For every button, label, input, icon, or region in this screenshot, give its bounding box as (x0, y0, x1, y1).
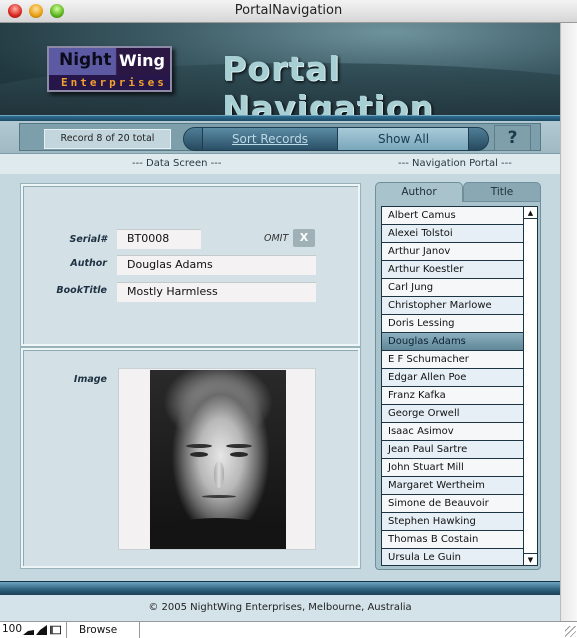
photo-left-eye (190, 452, 208, 457)
zoom-level[interactable]: 100 (2, 623, 22, 635)
portal-row[interactable]: Isaac Asimov (382, 423, 524, 441)
author-list: Albert Camus Alexei Tolstoi Arthur Janov Ar… (381, 206, 538, 566)
tab-author[interactable]: Author (375, 182, 463, 202)
book-title-label: BookTitle (56, 285, 107, 296)
footer-divider-band (0, 581, 560, 595)
banner-title: Portal Navigation (222, 49, 434, 115)
help-button[interactable]: ? (494, 125, 531, 151)
serial-field[interactable]: BT0008 (117, 229, 201, 249)
button-group-left-cap (184, 128, 203, 150)
window-title: PortalNavigation (234, 3, 343, 18)
omit-label: OMIT (264, 233, 289, 244)
portal-row[interactable]: Albert Camus (382, 207, 524, 225)
photo-left-brow (186, 444, 212, 448)
portal-row[interactable]: Thomas B Costain (382, 531, 524, 549)
author-photo (150, 370, 286, 549)
button-group: Sort Records Show All (183, 127, 489, 151)
book-title-field[interactable]: Mostly Harmless (117, 282, 316, 302)
portal-body: Albert Camus Alexei Tolstoi Arthur Janov Ar… (375, 201, 541, 570)
navigation-portal-heading: --- Navigation Portal --- (398, 158, 512, 169)
portal-row[interactable]: Carl Jung (382, 279, 524, 297)
portal-row[interactable]: E F Schumacher (382, 351, 524, 369)
portal-row[interactable]: Christopher Marlowe (382, 297, 524, 315)
toggle-status-area-icon[interactable] (50, 625, 61, 635)
logo-subtitle: Enterprises (61, 76, 167, 89)
omit-checkbox-button[interactable]: X (293, 229, 315, 247)
photo-nose (214, 462, 224, 488)
portal-row[interactable]: Doris Lessing (382, 315, 524, 333)
layout-content: Night Wing Enterprises Portal Navigation… (0, 23, 560, 621)
mode-indicator[interactable]: Browse (66, 622, 140, 638)
portal-row[interactable]: Arthur Janov (382, 243, 524, 261)
image-container-field[interactable] (118, 368, 316, 550)
portal-row[interactable]: Arthur Koestler (382, 261, 524, 279)
footer-copyright: © 2005 NightWing Enterprises, Melbourne,… (0, 595, 560, 621)
photo-mouth (202, 495, 236, 498)
portal-row[interactable]: Franz Kafka (382, 387, 524, 405)
portal-row[interactable]: Alexei Tolstoi (382, 225, 524, 243)
toolbar: Record 8 of 20 total Sort Records Show A… (0, 121, 560, 153)
scroll-up-arrow-icon[interactable]: ▲ (524, 207, 537, 219)
zoom-in-icon[interactable] (36, 625, 47, 635)
author-field[interactable]: Douglas Adams (117, 255, 316, 275)
sort-records-button[interactable]: Sort Records (203, 128, 337, 150)
zoom-out-icon[interactable] (23, 625, 34, 635)
portal-row[interactable]: John Stuart Mill (382, 459, 524, 477)
window-right-edge (560, 23, 577, 621)
status-bar: 100 Browse (0, 621, 577, 638)
record-form-panel: Serial# BT0008 OMIT X Author Douglas Ada… (21, 184, 360, 346)
logo-word-wing: Wing (119, 51, 165, 70)
serial-label: Serial# (69, 234, 107, 245)
show-all-button[interactable]: Show All (337, 128, 469, 150)
photo-right-eye (230, 452, 248, 457)
portal-row[interactable]: Ursula Le Guin (382, 549, 524, 565)
record-status: Record 8 of 20 total (44, 129, 171, 149)
data-screen-heading: --- Data Screen --- (132, 158, 222, 169)
portal-row[interactable]: Edgar Allen Poe (382, 369, 524, 387)
portal-row[interactable]: Jean Paul Sartre (382, 441, 524, 459)
app-window: PortalNavigation Night Wing Enterprises … (0, 0, 577, 638)
portal-row[interactable]: Stephen Hawking (382, 513, 524, 531)
navigation-portal: Author Title Albert Camus Alexei Tolstoi A… (375, 182, 543, 570)
portal-row[interactable]: Douglas Adams (382, 333, 524, 351)
header-banner: Night Wing Enterprises Portal Navigation (0, 23, 560, 115)
title-bar: PortalNavigation (0, 0, 577, 23)
author-label: Author (70, 258, 107, 269)
section-header-row: --- Data Screen --- --- Navigation Porta… (0, 154, 560, 174)
logo-word-night: Night (59, 50, 112, 70)
resize-grip-icon[interactable] (565, 626, 576, 637)
list-scrollbar[interactable]: ▲ ▼ (524, 207, 537, 565)
portal-row[interactable]: Margaret Wertheim (382, 477, 524, 495)
image-panel: Image (21, 348, 360, 568)
photo-right-brow (226, 444, 252, 448)
tab-title[interactable]: Title (463, 182, 541, 202)
image-label: Image (73, 374, 107, 385)
photo-shoulders (150, 518, 286, 549)
scroll-down-arrow-icon[interactable]: ▼ (524, 553, 537, 565)
company-logo: Night Wing Enterprises (47, 46, 172, 92)
portal-row[interactable]: Simone de Beauvoir (382, 495, 524, 513)
toolbar-frame: Record 8 of 20 total Sort Records Show A… (19, 123, 541, 151)
portal-row[interactable]: George Orwell (382, 405, 524, 423)
button-group-right-cap (468, 128, 488, 150)
